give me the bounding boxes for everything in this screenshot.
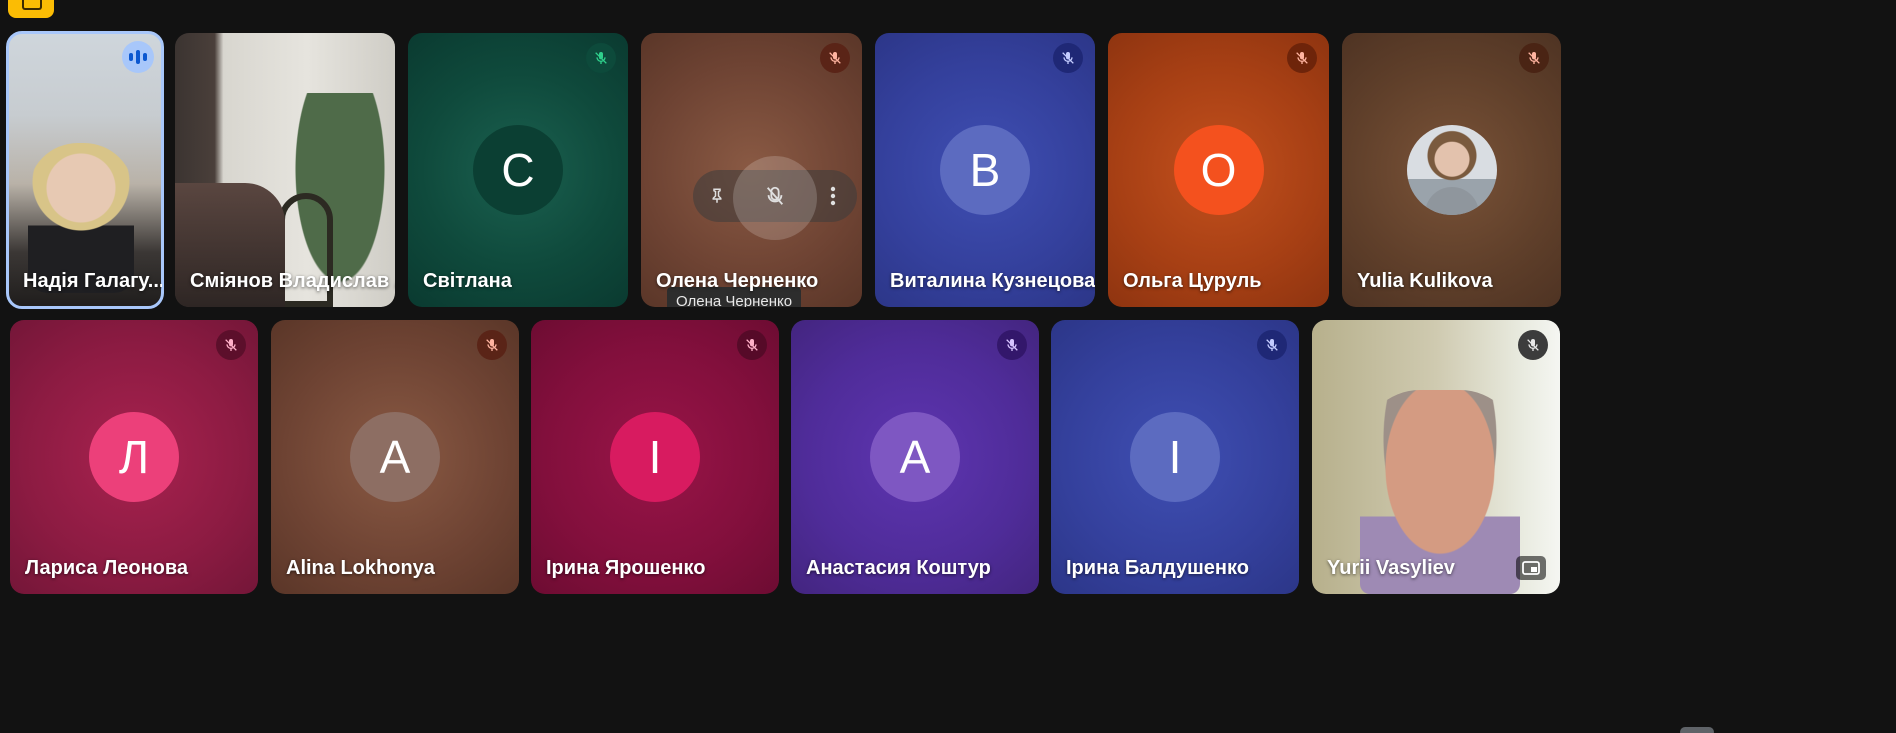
- avatar: І: [610, 412, 700, 502]
- avatar: І: [1130, 412, 1220, 502]
- avatar: [1406, 125, 1497, 215]
- mic-off-icon: [820, 43, 850, 73]
- avatar: О: [1173, 125, 1264, 215]
- participant-name: Ірина Балдушенко: [1066, 557, 1249, 579]
- audio-level-icon: [122, 41, 154, 73]
- participant-tile[interactable]: Л Лариса Леонова: [10, 320, 258, 594]
- avatar: Л: [89, 412, 179, 502]
- mic-off-icon: [586, 43, 616, 73]
- participant-tile[interactable]: Сміянов Владислав А...: [175, 33, 395, 307]
- participant-tile[interactable]: І Ірина Ярошенко: [531, 320, 779, 594]
- participant-tile[interactable]: Yulia Kulikova: [1342, 33, 1561, 307]
- mic-off-icon: [1518, 330, 1548, 360]
- mic-off-icon: [737, 330, 767, 360]
- participant-name: Сміянов Владислав А...: [190, 270, 395, 292]
- participant-name: Олена Черненко: [656, 270, 819, 292]
- avatar: В: [940, 125, 1030, 215]
- mic-off-icon: [997, 330, 1027, 360]
- avatar-shoulders: [1424, 187, 1479, 215]
- participant-tile[interactable]: В Виталина Кузнецова: [875, 33, 1095, 307]
- participant-tile[interactable]: Надія Галагу...: [6, 31, 164, 309]
- participant-tile[interactable]: І Ірина Балдушенко: [1051, 320, 1299, 594]
- avatar: А: [350, 412, 440, 502]
- participant-name: Надія Галагу...: [23, 270, 162, 292]
- more-vert-icon[interactable]: [817, 180, 849, 212]
- participant-name: Лариса Леонова: [25, 557, 189, 579]
- tile-hover-controls: [693, 156, 857, 240]
- badge-icon: [22, 0, 42, 10]
- participant-name: Yurii Vasyliev: [1327, 557, 1455, 579]
- mic-off-icon[interactable]: [759, 180, 791, 212]
- participant-name: Yulia Kulikova: [1357, 270, 1493, 292]
- participant-tile[interactable]: О Ольга Цуруль: [1108, 33, 1329, 307]
- avatar: С: [473, 125, 563, 215]
- participant-name: Ірина Ярошенко: [546, 557, 706, 579]
- avatar: А: [870, 412, 960, 502]
- mic-off-icon: [216, 330, 246, 360]
- participant-tile[interactable]: А Alina Lokhonya: [271, 320, 519, 594]
- participant-tile[interactable]: Yurii Vasyliev: [1312, 320, 1560, 594]
- participant-tile[interactable]: С Світлана: [408, 33, 628, 307]
- mic-off-icon: [1519, 43, 1549, 73]
- participant-name: Ольга Цуруль: [1123, 270, 1262, 292]
- mic-off-icon: [1287, 43, 1317, 73]
- participant-tile[interactable]: Олена Черненко Олена Черненко: [641, 33, 862, 307]
- participant-name: Анастасия Коштур: [806, 557, 991, 579]
- participant-tile[interactable]: А Анастасия Коштур: [791, 320, 1039, 594]
- mic-off-icon: [477, 330, 507, 360]
- reactions-badge[interactable]: [8, 0, 54, 18]
- picture-in-picture-icon[interactable]: [1516, 556, 1546, 580]
- mic-off-icon: [1257, 330, 1287, 360]
- mic-off-icon: [1053, 43, 1083, 73]
- participant-name: Alina Lokhonya: [286, 557, 435, 579]
- pin-icon[interactable]: [701, 180, 733, 212]
- participant-name: Світлана: [423, 270, 512, 292]
- scrollbar-thumb[interactable]: [1680, 727, 1714, 733]
- meeting-grid: Надія Галагу... Сміянов Владислав А... С…: [0, 0, 1896, 733]
- participant-name: Виталина Кузнецова: [890, 270, 1095, 292]
